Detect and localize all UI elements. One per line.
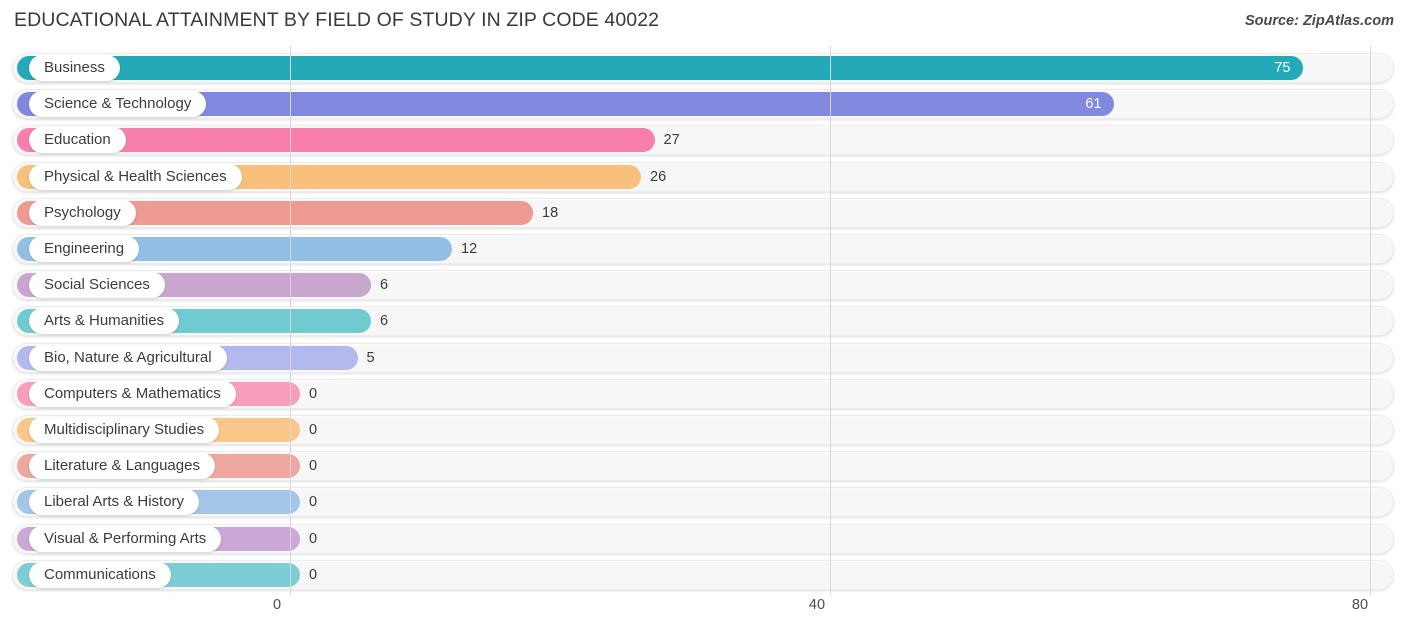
bar-value-label: 75 bbox=[1274, 60, 1291, 76]
category-label: Business bbox=[29, 55, 120, 81]
table-row[interactable]: 0 Multidisciplinary Studies bbox=[12, 415, 1394, 445]
category-label: Multidisciplinary Studies bbox=[29, 417, 220, 443]
x-axis-tick-label: 80 bbox=[1351, 597, 1369, 613]
bar-value-label: 0 bbox=[309, 385, 318, 402]
x-axis-tick-label: 40 bbox=[808, 597, 826, 613]
table-row[interactable]: 0 Computers & Mathematics bbox=[12, 378, 1394, 409]
category-label: Engineering bbox=[29, 236, 140, 262]
bar-value-label: 0 bbox=[309, 566, 318, 583]
bar-value-label: 0 bbox=[309, 530, 318, 547]
table-row[interactable]: 12 Engineering bbox=[12, 234, 1394, 264]
bar-value-label: 12 bbox=[461, 241, 478, 257]
table-row[interactable]: 61 Science & Technology bbox=[12, 89, 1394, 120]
category-label: Social Sciences bbox=[29, 272, 165, 299]
table-row[interactable]: 18 Psychology bbox=[12, 197, 1394, 228]
table-row[interactable]: 26 Physical & Health Sciences bbox=[12, 161, 1394, 192]
category-label: Arts & Humanities bbox=[29, 308, 180, 335]
bar-value-label: 6 bbox=[380, 313, 389, 330]
category-label: Psychology bbox=[29, 199, 136, 226]
bar-value-label: 0 bbox=[309, 422, 318, 438]
category-label: Education bbox=[29, 127, 126, 154]
category-label: Literature & Languages bbox=[29, 453, 215, 480]
category-label: Communications bbox=[29, 561, 171, 588]
bar-value-label: 0 bbox=[309, 494, 318, 511]
table-row[interactable]: 75 Business bbox=[12, 53, 1394, 83]
table-row[interactable]: 0 Communications bbox=[12, 559, 1394, 590]
category-label: Physical & Health Sciences bbox=[29, 163, 242, 190]
table-row[interactable]: 0 Liberal Arts & History bbox=[12, 487, 1394, 518]
source-attribution: Source: ZipAtlas.com bbox=[1244, 13, 1394, 29]
table-row[interactable]: 6 Social Sciences bbox=[12, 270, 1394, 301]
chart-plot-area: 75 Business 61 Science & Technology 27 Educat… bbox=[0, 46, 1406, 595]
x-axis-tick-label: 0 bbox=[272, 597, 282, 613]
category-label: Bio, Nature & Agricultural bbox=[29, 344, 227, 371]
table-row[interactable]: 6 Arts & Humanities bbox=[12, 306, 1394, 337]
x-axis: 0 40 80 bbox=[0, 595, 1406, 631]
category-label: Visual & Performing Arts bbox=[29, 525, 222, 552]
table-row[interactable]: 0 Literature & Languages bbox=[12, 451, 1394, 482]
page-title: EDUCATIONAL ATTAINMENT BY FIELD OF STUDY… bbox=[14, 9, 660, 31]
table-row[interactable]: 27 Education bbox=[12, 125, 1394, 156]
bar-value-label: 6 bbox=[380, 277, 389, 294]
category-label: Science & Technology bbox=[29, 91, 207, 118]
bar-value-label: 0 bbox=[309, 458, 318, 475]
bar-value-label: 18 bbox=[542, 204, 559, 221]
bar-value-label: 27 bbox=[663, 132, 680, 149]
chart-header: EDUCATIONAL ATTAINMENT BY FIELD OF STUDY… bbox=[0, 0, 1406, 44]
table-row[interactable]: 0 Visual & Performing Arts bbox=[12, 523, 1394, 554]
bar-business[interactable]: 75 bbox=[17, 56, 1303, 80]
bar-value-label: 26 bbox=[650, 168, 667, 185]
bar-value-label: 5 bbox=[366, 349, 375, 366]
bar-value-label: 61 bbox=[1085, 96, 1102, 113]
category-label: Computers & Mathematics bbox=[29, 380, 236, 407]
category-label: Liberal Arts & History bbox=[29, 489, 200, 516]
table-row[interactable]: 5 Bio, Nature & Agricultural bbox=[12, 342, 1394, 373]
